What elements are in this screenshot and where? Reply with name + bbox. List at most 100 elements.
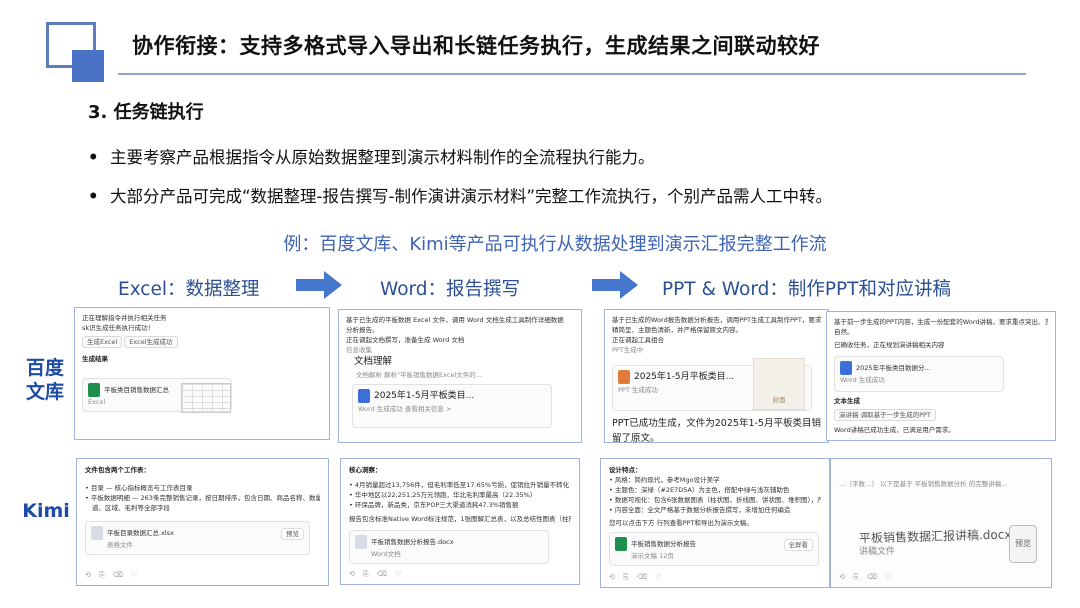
summary-item: • 4月销量超过13,756件，但毛利率低至17.65%亏损，促销拉升销量不转化 [349, 481, 570, 490]
summary-item: • 主题色：深绿（#2E7D5A）为主色，搭配中绿与浅灰辅助色 [609, 486, 790, 495]
stage-label-excel: Excel：数据整理 [118, 279, 260, 300]
bullet-glyph: • [88, 187, 99, 206]
doc-meta: Word 生成成功 [840, 376, 885, 385]
bullet-item: • 主要考察产品根据指令从原始数据整理到演示材料制作的全流程执行能力。 [88, 144, 655, 168]
row-label-kimi: Kimi [22, 500, 70, 522]
excel-file-icon [91, 526, 103, 541]
bullet-text: 主要考察产品根据指令从原始数据整理到演示材料制作的全流程执行能力。 [110, 148, 655, 167]
tool-chip[interactable]: Excel生成成功 [124, 336, 178, 349]
panel-label: 文档理解 [354, 356, 393, 368]
file-card[interactable]: 平板销售数据分析报告 演示文稿 12页 全屏看 [609, 532, 819, 567]
note-text: 您可以点击下方 行列查看PPT和导出为演示文稿。 [609, 519, 753, 528]
doc-title: 2025年1-5月平板类目... [374, 391, 475, 402]
summary-item: • 目录 — 核心指标概览与工作表目录 [85, 484, 193, 493]
prompt-text: 自然。 [834, 328, 854, 337]
status-text: 正在调起文档撰写，准备生成 Word 文档 [346, 336, 465, 345]
slide-title: 协作衔接：支持多格式导入导出和长链任务执行，生成结果之间联动较好 [132, 34, 820, 58]
right-arrow-icon [592, 271, 638, 299]
screenshot-kimi-word: 核心洞察： • 4月销量超过13,756件，但毛利率低至17.65%亏损，促销拉… [340, 458, 580, 585]
summary-heading: 设计特点： [609, 466, 642, 474]
ppt-card[interactable]: 2025年1-5月平板类目... PPT 生成成功 封面 [612, 358, 812, 412]
section-heading: 3. 任务链执行 [88, 102, 204, 123]
screenshot-kimi-excel: 文件包含两个工作表： • 目录 — 核心指标概览与工作表目录 • 平板数据明细 … [76, 458, 329, 586]
file-meta: Word文档 [371, 550, 401, 559]
message-actions[interactable]: ⟲ ⎘ ⌫ ♡ [839, 572, 894, 583]
chip-label: 文本生成 [834, 397, 860, 406]
result-label: 生成结果 [82, 355, 108, 364]
bullet-glyph: • [88, 148, 99, 167]
title-divider [118, 73, 1026, 75]
prompt-text: 基于已生成的平板数据 Excel 文件，调用 Word 文档生成工具制作详细数据 [346, 316, 564, 324]
screenshot-kimi-script: …（字数…） 以下是基于 平板销售数据分析 的完整讲稿… 平板销售数据汇报讲稿.… [830, 458, 1052, 588]
fullscreen-button[interactable]: 全屏看 [783, 539, 813, 552]
excel-file-icon [88, 383, 100, 398]
word-file-icon [358, 389, 370, 404]
decorative-square-fill [72, 50, 104, 82]
doc-title: 2025年1-5月平板类目... [634, 372, 735, 383]
right-arrow-icon [296, 271, 342, 299]
summary-heading: 文件包含两个工作表： [85, 466, 150, 474]
preview-button[interactable]: 预览 [281, 528, 304, 541]
status-text: …（字数…） 以下是基于 平板销售数据分析 的完整讲稿… [839, 480, 1008, 488]
file-meta: 演示文稿 12页 [631, 552, 674, 561]
file-card[interactable]: 平板销售数据分析报告.docx Word文档 [349, 530, 549, 565]
panel-sub: 文档解析 解析"平板销售数据Excel文件的... [356, 370, 482, 379]
status-text: 正在调起工具组合 [612, 336, 664, 345]
file-card[interactable]: 平板类目销售数据汇总 Excel [82, 378, 232, 414]
screenshot-baidu-ppt: 基于已生成的Word报告数据分析报告，调用PPT生成工具制作PPT，要求 精简呈… [604, 309, 829, 443]
status-text: 信息收集 [346, 346, 372, 355]
file-card[interactable]: 平板目录数据汇总.xlsx 表格文件 预览 [85, 521, 310, 556]
status-text: 已确收任务，正在规划演讲稿相关内容 [834, 341, 945, 350]
ppt-thumbnail: 封面 [753, 358, 805, 411]
summary-item: • 风格：简约现代，参考Mgo设计美学 [609, 476, 720, 485]
prompt-text: 基于前一步生成的PPT内容，生成一份配套的Word讲稿，要求重点突出、言词 [834, 318, 1048, 326]
stage-label-ppt-word: PPT & Word：制作PPT和对应讲稿 [662, 279, 951, 300]
file-name: 平板目录数据汇总.xlsx [107, 529, 174, 538]
summary-item: 道、区域、毛利等全部字段 [92, 504, 170, 513]
prompt-text: 基于已生成的Word报告数据分析报告，调用PPT生成工具制作PPT，要求 [612, 316, 821, 324]
word-file-icon [355, 535, 367, 550]
status-text: 正在理解指令并执行相关任务 [82, 314, 167, 322]
screenshot-kimi-ppt: 设计特点： • 风格：简约现代，参考Mgo设计美学 • 主题色：深绿（#2E7D… [600, 458, 830, 588]
prompt-text: 分析报告。 [346, 326, 379, 335]
note-text: 报告包含标准Native Word标注规范，1张图解汇总表，以及总结性图表（柱形… [349, 515, 571, 524]
word-file-icon [840, 361, 852, 376]
message-actions[interactable]: ⟲ ⎘ ⌫ ♡ [609, 572, 664, 583]
screenshot-baidu-word: 基于已生成的平板数据 Excel 文件，调用 Word 文档生成工具制作详细数据… [338, 309, 582, 443]
message-actions[interactable]: ⟲ ⎘ ⌫ ♡ [349, 569, 404, 580]
summary-item: • 数据可视化：包含6张数据图表（柱状图、折线图、饼状图、堆积图），严格保留数据… [609, 496, 821, 505]
screenshot-baidu-excel: 正在理解指令并执行相关任务 sk识生成任务执行成功！ 生成Excel Excel… [74, 307, 330, 440]
screenshot-baidu-script: 基于前一步生成的PPT内容，生成一份配套的Word讲稿，要求重点突出、言词 自然… [826, 311, 1056, 441]
file-name: 平板销售数据分析报告.docx [371, 538, 454, 547]
done-text: 留了原文。 [612, 432, 660, 443]
summary-item: • 内容全面：全文严格基于数据分析报告撰写，未增加任何编造 [609, 506, 791, 515]
file-name: 平板类目销售数据汇总 [104, 386, 169, 395]
summary-item: • 华中地区以22,251,25万元领跑，华北毛利率最高（22.35%） [349, 491, 537, 500]
prompt-text: 精简呈、主题色清新，并严格保留原文内容。 [612, 326, 742, 335]
document-card[interactable]: 2025年平板类目数据分... Word 生成成功 [834, 356, 1004, 393]
tool-chip[interactable]: 演讲稿 调取基于一步生成的PPT [834, 409, 936, 422]
ppt-file-icon [618, 370, 630, 385]
status-text: sk识生成任务执行成功！ [82, 324, 155, 333]
done-text: Word讲稿已成功生成，已满足用户需求。 [834, 426, 955, 435]
summary-item: • 平板数据明细 — 263条完整销售记录，按日期排序，包含日期、商品名称、数量… [85, 494, 320, 503]
message-actions[interactable]: ⟲ ⎘ ⌫ ♡ [85, 570, 140, 581]
summary-item: • 环保品牌，新品类，京东POP三大渠道消耗47.3%销售额 [349, 501, 519, 510]
spreadsheet-preview [181, 383, 231, 414]
summary-heading: 核心洞察： [349, 466, 382, 474]
file-meta: 表格文件 [107, 541, 133, 550]
preview-button[interactable]: 预览 [1009, 525, 1037, 563]
status-text: PPT生成中 [612, 346, 644, 355]
document-card[interactable]: 2025年1-5月平板类目... Word 生成成功 查看相关信息 > [352, 384, 552, 429]
example-caption: 例：百度文库、Kimi等产品可执行从数据处理到演示汇报完整工作流 [283, 234, 827, 255]
tool-chip[interactable]: 生成Excel [82, 336, 123, 349]
bullet-item: • 大部分产品可完成“数据整理-报告撰写-制作演讲演示材料”完整工作流执行，个别产… [88, 183, 832, 207]
stage-label-word: Word：报告撰写 [380, 279, 521, 300]
doc-meta: Word 生成成功 查看相关信息 > [358, 404, 452, 413]
ppt-file-icon [615, 537, 627, 552]
done-text: PPT已成功生成，文件为2025年1-5月平板类目销售数据分析报告，完整保 [612, 418, 821, 430]
row-label-baidu: 百度 文库 [25, 357, 64, 403]
file-name: 平板销售数据分析报告 [631, 540, 696, 549]
doc-title: 2025年平板类目数据分... [856, 364, 931, 373]
bullet-text: 大部分产品可完成“数据整理-报告撰写-制作演讲演示材料”完整工作流执行，个别产品… [110, 187, 833, 206]
